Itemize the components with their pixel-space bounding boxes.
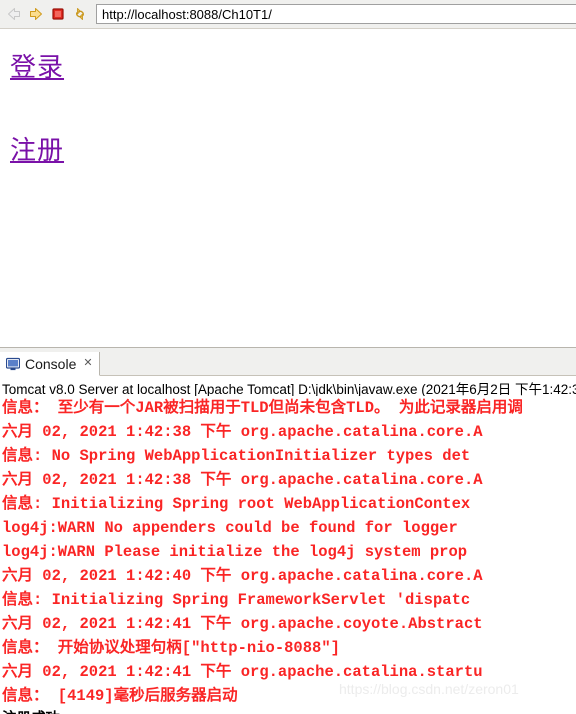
console-line: 信息: Initializing Spring root WebApplicat… (2, 495, 471, 513)
tab-console[interactable]: Console ✕ (0, 352, 100, 376)
console-line: 信息： 至少有一个JAR被扫描用于TLD但尚未包含TLD。 为此记录器启用调 (2, 399, 523, 417)
forward-arrow-icon[interactable] (26, 4, 46, 24)
console-line: 六月 02, 2021 1:42:40 下午 org.apache.catali… (2, 567, 483, 585)
console-line: 信息： 开始协议处理句柄["http-nio-8088"] (2, 639, 340, 657)
refresh-icon[interactable] (70, 4, 90, 24)
back-arrow-icon[interactable] (4, 4, 24, 24)
console-line: 信息： [4149]毫秒后服务器启动 (2, 687, 238, 705)
console-line: 六月 02, 2021 1:42:41 下午 org.apache.catali… (2, 663, 483, 681)
console-line: log4j:WARN Please initialize the log4j s… (2, 543, 468, 561)
tab-console-label: Console (25, 355, 77, 372)
console-line: 注册成功 (0, 708, 576, 714)
console-line: 信息: No Spring WebApplicationInitializer … (2, 447, 471, 465)
url-input[interactable]: http://localhost:8088/Ch10T1/ (96, 4, 576, 24)
console-tab-bar: Console ✕ (0, 352, 576, 376)
console-view: Console ✕ Tomcat v8.0 Server at localhos… (0, 352, 576, 714)
console-log-lines: 信息： 至少有一个JAR被扫描用于TLD但尚未包含TLD。 为此记录器启用调 六月… (0, 396, 576, 714)
console-line: 六月 02, 2021 1:42:38 下午 org.apache.catali… (2, 471, 483, 489)
register-link[interactable]: 注册 (10, 130, 64, 167)
console-monitor-icon (5, 357, 21, 371)
console-line: 信息: Initializing Spring FrameworkServlet… (2, 591, 471, 609)
browser-page-content: 登录 注册 (0, 28, 576, 348)
console-line: 六月 02, 2021 1:42:38 下午 org.apache.catali… (2, 423, 483, 441)
close-icon[interactable]: ✕ (83, 358, 92, 369)
stop-square-icon[interactable] (48, 4, 68, 24)
console-output[interactable]: Tomcat v8.0 Server at localhost [Apache … (0, 376, 576, 714)
console-line: 六月 02, 2021 1:42:41 下午 org.apache.coyote… (2, 615, 483, 633)
login-link[interactable]: 登录 (10, 47, 64, 84)
console-process-header: Tomcat v8.0 Server at localhost [Apache … (2, 382, 576, 396)
console-line: log4j:WARN No appenders could be found f… (2, 519, 458, 537)
browser-toolbar: http://localhost:8088/Ch10T1/ (0, 0, 576, 28)
